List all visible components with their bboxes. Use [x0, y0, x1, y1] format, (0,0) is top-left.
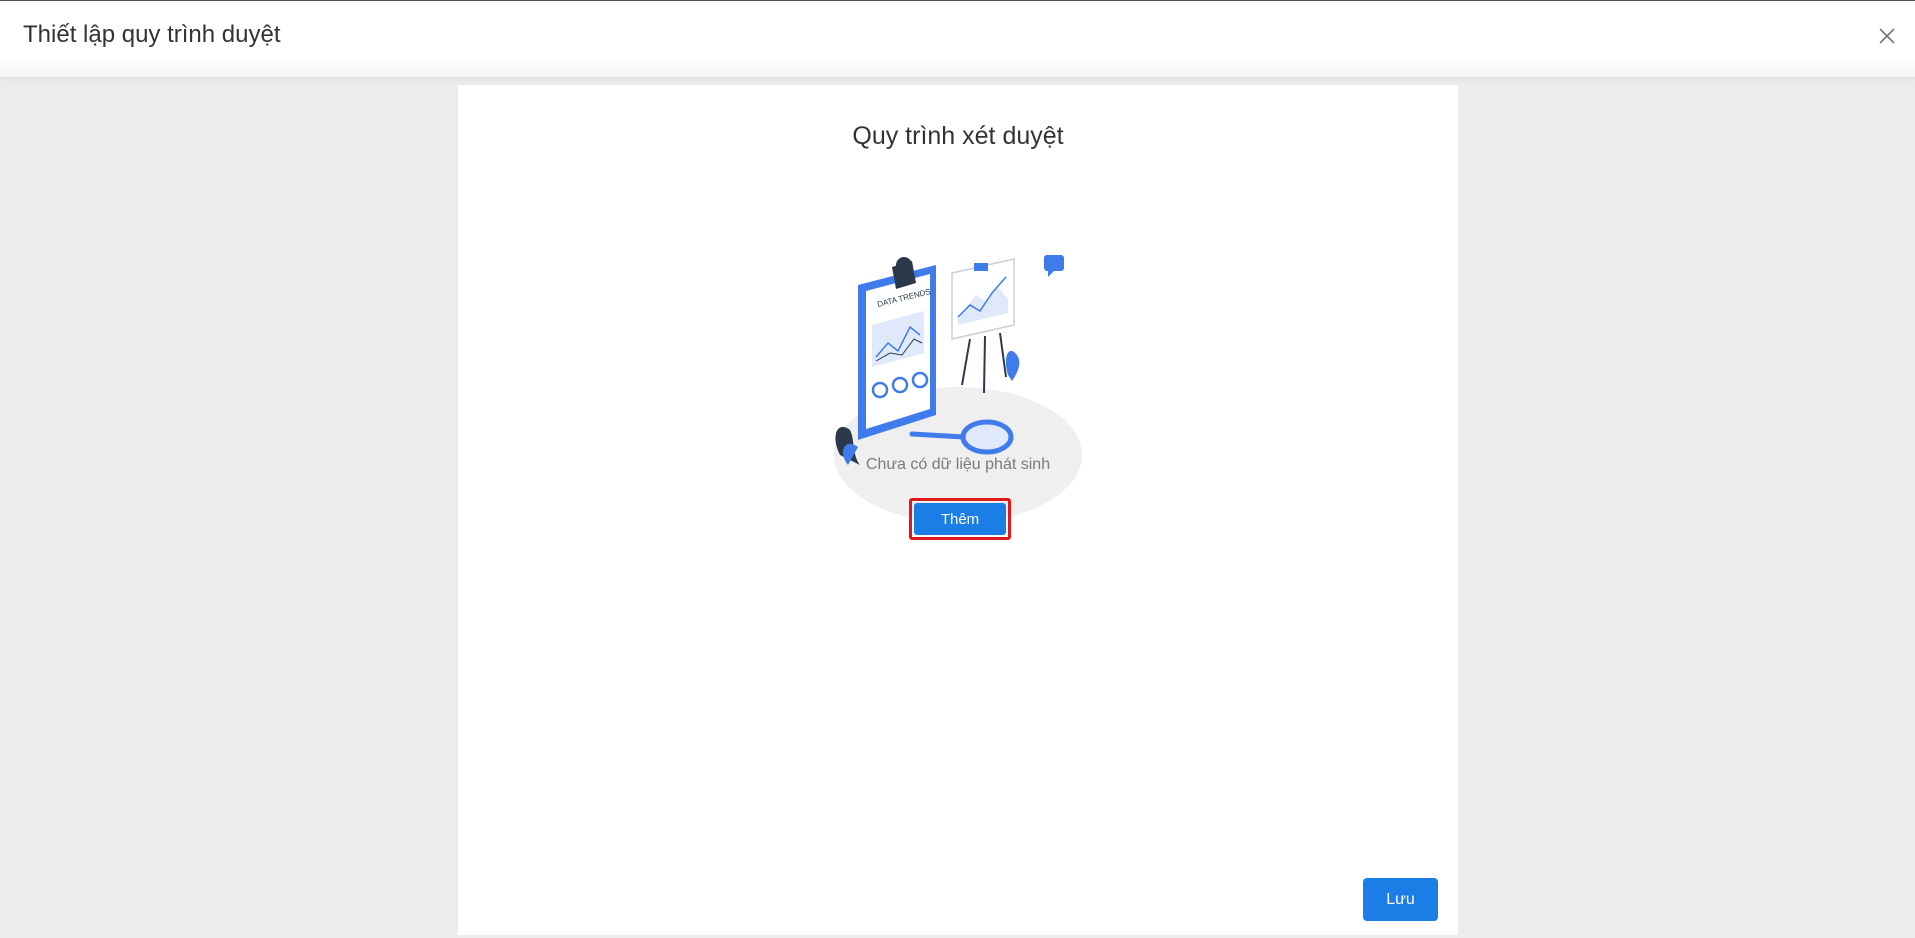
dialog-header: Thiết lập quy trình duyệt — [0, 0, 1915, 77]
dialog-title: Thiết lập quy trình duyệt — [23, 21, 281, 48]
panel-title: Quy trình xét duyệt — [852, 122, 1064, 150]
empty-state-illustration: DATA TRENDS — [834, 255, 1082, 523]
close-button[interactable] — [1875, 24, 1899, 48]
save-button[interactable]: Lưu — [1363, 878, 1438, 921]
add-button-highlight: Thêm — [909, 498, 1011, 540]
content-panel: Quy trình xét duyệt DATA TRENDS Chưa có … — [458, 85, 1458, 935]
add-button[interactable]: Thêm — [914, 503, 1006, 535]
close-icon — [1879, 28, 1895, 44]
empty-state-text: Chưa có dữ liệu phát sinh — [865, 456, 1051, 473]
